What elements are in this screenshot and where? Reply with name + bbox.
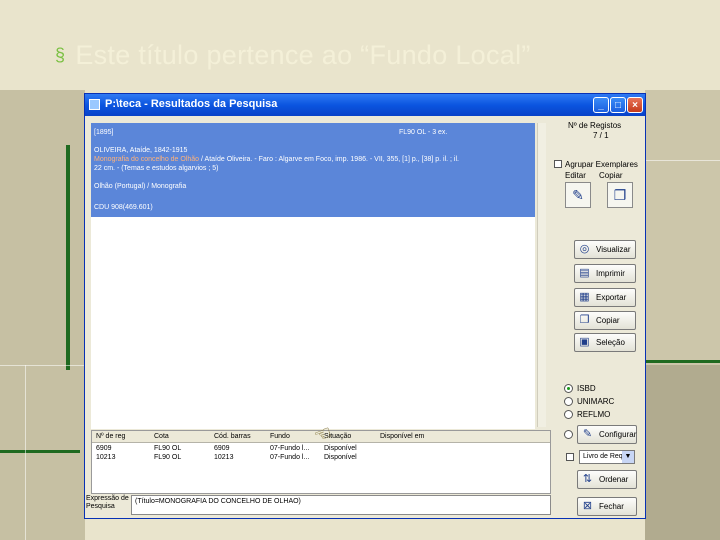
- background-panel-top-right: [645, 90, 720, 365]
- table-cell: Disponível: [324, 454, 357, 461]
- close-button[interactable]: ×: [627, 97, 643, 113]
- editar-label: Editar: [565, 171, 586, 180]
- table-cell: 10213: [96, 454, 116, 461]
- livro-select-value: Livro de Req: [583, 453, 623, 460]
- column-header[interactable]: Disponível em: [380, 433, 424, 440]
- visualizar-button[interactable]: ◎ Visualizar: [574, 240, 636, 259]
- record-line: Olhão (Portugal) / Monografia: [94, 183, 187, 190]
- record-line-title: Monografia do concelho de Olhão / Ataíde…: [94, 155, 459, 164]
- selecao-label: Seleção: [596, 338, 625, 347]
- copy-tool-button[interactable]: ❐: [607, 182, 633, 208]
- search-expression-field[interactable]: (Título=MONOGRAFIA DO CONCELHO DE OLHAO): [131, 495, 551, 515]
- fechar-label: Fechar: [599, 502, 624, 511]
- chevron-down-icon: ▼: [622, 451, 634, 463]
- record-detail-panel[interactable]: [1895] FL90 OL - 3 ex. OLIVEIRA, Ataíde,…: [91, 123, 535, 217]
- record-title-link[interactable]: Monografia do concelho de Olhão: [94, 156, 199, 163]
- table-cell: 10213: [214, 454, 234, 461]
- copiar-button-label: Copiar: [596, 316, 620, 325]
- copiar-button[interactable]: ❐ Copiar: [574, 311, 636, 330]
- edit-tool-button[interactable]: ✎: [565, 182, 591, 208]
- format-label-reflmo: REFLMO: [577, 410, 611, 419]
- imprimir-label: Imprimir: [596, 269, 625, 278]
- minimize-button[interactable]: _: [593, 97, 609, 113]
- format-radio-custom[interactable]: [564, 430, 573, 439]
- column-header[interactable]: Cota: [154, 433, 169, 440]
- export-icon: ▦: [579, 291, 590, 303]
- table-cell: FL90 OL: [154, 445, 182, 452]
- visualizar-label: Visualizar: [596, 245, 631, 254]
- table-cell: 07-Fundo l...: [270, 454, 310, 461]
- selection-icon: ▣: [579, 336, 590, 348]
- results-window: P:\teca - Resultados da Pesquisa _ □ × […: [84, 93, 646, 519]
- selecao-button[interactable]: ▣ Seleção: [574, 333, 636, 352]
- search-expression-label: Expressão de Pesquisa: [86, 495, 129, 510]
- background-line: [25, 365, 26, 540]
- slide-title-text: Este título pertence ao “Fundo Local”: [75, 40, 531, 70]
- record-location: FL90 OL - 3 ex.: [399, 129, 448, 136]
- background-line: [645, 160, 720, 161]
- format-radio-reflmo[interactable]: [564, 410, 573, 419]
- table-cell: FL90 OL: [154, 454, 182, 461]
- table-cell: 6909: [214, 445, 230, 452]
- maximize-button[interactable]: □: [610, 97, 626, 113]
- background-line: [0, 365, 84, 366]
- livro-select[interactable]: Livro de Req ▼: [579, 450, 635, 464]
- copy-icon: ❐: [613, 187, 627, 203]
- column-header[interactable]: Fundo: [270, 433, 290, 440]
- edit-icon: ✎: [572, 187, 584, 203]
- background-green-bar: [66, 145, 70, 370]
- table-cell: Disponível: [324, 445, 357, 452]
- configurar-button[interactable]: ✎ Configurar: [577, 425, 637, 444]
- printer-icon: ▤: [579, 267, 590, 279]
- background-green-bar: [645, 360, 720, 363]
- record-line: [1895]: [94, 129, 114, 136]
- record-line: OLIVEIRA, Ataíde, 1842-1915: [94, 147, 188, 154]
- background-panel-bottom-right: [645, 365, 720, 540]
- record-line-rest: / Ataíde Oliveira. - Faro : Algarve em F…: [199, 156, 459, 163]
- exportar-label: Exportar: [596, 293, 627, 302]
- copy-icon: ❐: [579, 314, 590, 326]
- copiar-label: Copiar: [599, 171, 623, 180]
- num-registos-value: 7 / 1: [593, 131, 609, 140]
- table-cell: 07-Fundo l...: [270, 445, 310, 452]
- record-line: CDU 908(469.601): [94, 204, 153, 211]
- sort-icon: ⇅: [582, 473, 593, 485]
- exit-icon: ⊠: [582, 500, 593, 512]
- configurar-label: Configurar: [599, 430, 637, 439]
- agrupar-label: Agrupar Exemplares: [565, 160, 638, 169]
- record-display-area: [91, 217, 535, 429]
- bullet-icon: §: [55, 45, 66, 65]
- config-icon: ✎: [582, 428, 593, 440]
- format-radio-unimarc[interactable]: [564, 397, 573, 406]
- window-titlebar[interactable]: P:\teca - Resultados da Pesquisa _ □ ×: [85, 94, 645, 116]
- imprimir-button[interactable]: ▤ Imprimir: [574, 264, 636, 283]
- slide-title: § Este título pertence ao “Fundo Local”: [55, 40, 531, 71]
- app-icon: [89, 99, 100, 110]
- format-label-isbd: ISBD: [577, 384, 596, 393]
- background-panel-left: [0, 90, 85, 540]
- column-header[interactable]: Nº de reg: [96, 433, 125, 440]
- num-registos-label: Nº de Registos: [568, 121, 622, 130]
- window-title: P:\teca - Resultados da Pesquisa: [105, 98, 278, 110]
- format-label-unimarc: UNIMARC: [577, 397, 615, 406]
- background-green-bar: [0, 450, 80, 453]
- column-header[interactable]: Cód. barras: [214, 433, 251, 440]
- table-cell: 6909: [96, 445, 112, 452]
- livro-checkbox[interactable]: [566, 453, 574, 461]
- format-radio-isbd[interactable]: [564, 384, 573, 393]
- vertical-scrollbar[interactable]: [537, 123, 546, 427]
- fechar-button[interactable]: ⊠ Fechar: [577, 497, 637, 516]
- binoculars-icon: ◎: [579, 243, 590, 255]
- exportar-button[interactable]: ▦ Exportar: [574, 288, 636, 307]
- ordenar-button[interactable]: ⇅ Ordenar: [577, 470, 637, 489]
- record-line: 22 cm. - (Temas e estudos algarvios ; 5): [94, 165, 219, 172]
- ordenar-label: Ordenar: [599, 475, 629, 484]
- agrupar-checkbox[interactable]: [554, 160, 562, 168]
